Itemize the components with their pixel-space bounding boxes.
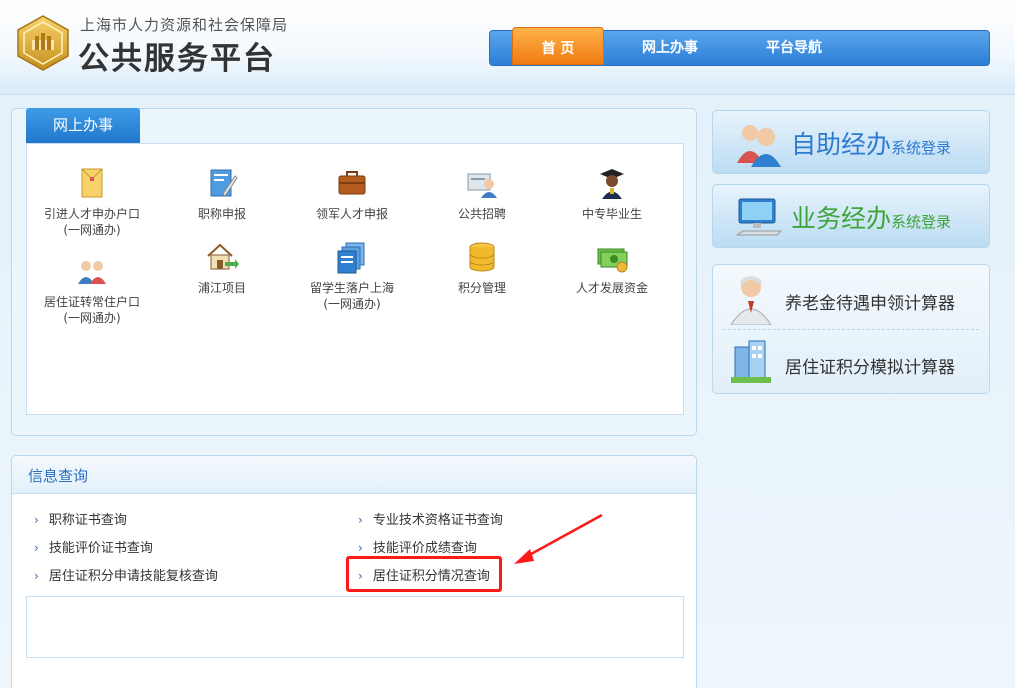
pension-calculator-link[interactable]: 养老金待遇申领计算器: [713, 269, 989, 329]
service-public-recruitment[interactable]: 公共招聘: [417, 166, 547, 222]
service-pujiang-project[interactable]: 浦江项目: [157, 240, 287, 296]
service-vocational-graduates[interactable]: 中专毕业生: [547, 166, 677, 222]
link-skill-score-query[interactable]: › 技能评价成绩查询: [358, 537, 477, 556]
separator: [723, 329, 979, 330]
chevron-right-icon: ›: [34, 541, 39, 555]
tab-online-services[interactable]: 网上办事: [26, 108, 140, 144]
calculator-label: 居住证积分模拟计算器: [785, 358, 955, 378]
link-title-certificate-query[interactable]: › 职称证书查询: [34, 509, 127, 528]
business-login-banner[interactable]: 业务经办系统登录: [712, 184, 990, 248]
users-icon: [737, 125, 781, 167]
platform-name: 公共服务平台: [78, 41, 276, 77]
graduate-icon: [600, 169, 624, 199]
banner-big-text: 自助经办: [791, 130, 892, 159]
service-sublabel: (一网通办): [63, 223, 121, 237]
money-icon: [597, 248, 628, 273]
service-label: 积分管理: [457, 281, 506, 295]
main-nav: 首 页 网上办事 平台导航: [489, 27, 990, 66]
service-residence-to-hukou[interactable]: 居住证转常住户口 (一网通办): [27, 254, 157, 326]
link-label: 技能评价证书查询: [48, 541, 153, 556]
buildings-icon: [731, 340, 771, 383]
self-service-login-banner[interactable]: 自助经办系统登录: [712, 110, 990, 174]
link-points-skill-review-query[interactable]: › 居住证积分申请技能复核查询: [34, 565, 218, 584]
emblem-logo-icon: [17, 15, 69, 71]
documents-stack-icon: [337, 242, 365, 274]
info-query-header: 信息查询: [12, 456, 696, 494]
banner-big-text: 业务经办: [791, 204, 892, 233]
link-label: 职称证书查询: [48, 513, 127, 528]
service-talent-hukou[interactable]: 引进人才申办户口 (一网通办): [27, 166, 157, 238]
chevron-right-icon: ›: [358, 541, 363, 555]
residence-points-calculator-link[interactable]: 居住证积分模拟计算器: [713, 333, 989, 393]
service-label: 人才发展资金: [575, 281, 648, 295]
database-icon: [469, 242, 495, 272]
online-services-panel: 网上办事 引进人才申办户口 (一网通办) 职称申报 领军人才申报 公共招聘 中专…: [11, 108, 697, 436]
link-skill-certificate-query[interactable]: › 技能评价证书查询: [34, 537, 153, 556]
service-label: 领军人才申报: [315, 207, 388, 221]
elderly-man-icon: [730, 276, 772, 325]
service-sublabel: (一网通办): [323, 297, 381, 311]
service-label: 居住证转常住户口: [43, 295, 140, 309]
service-label: 浦江项目: [197, 281, 246, 295]
family-icon: [78, 261, 106, 284]
link-label: 专业技术资格证书查询: [372, 513, 503, 528]
banner-small-text: 系统登录: [891, 139, 952, 157]
service-sublabel: (一网通办): [63, 311, 121, 325]
service-title-application[interactable]: 职称申报: [157, 166, 287, 222]
site-header: 上海市人力资源和社会保障局 公共服务平台 首 页 网上办事 平台导航: [0, 0, 1015, 95]
services-grid: 引进人才申办户口 (一网通办) 职称申报 领军人才申报 公共招聘 中专毕业生 居…: [26, 143, 684, 415]
red-arrow-icon: [514, 513, 603, 564]
document-envelope-icon: [81, 168, 103, 198]
business-title: 业务经办系统登录: [791, 199, 951, 235]
self-service-title: 自助经办系统登录: [791, 125, 951, 161]
nav-online-services[interactable]: 网上办事: [620, 31, 720, 65]
house-arrow-icon: [207, 243, 239, 270]
service-label: 留学生落户上海: [309, 281, 394, 295]
service-label: 职称申报: [197, 207, 246, 221]
briefcase-icon: [338, 171, 366, 195]
service-overseas-students-hukou[interactable]: 留学生落户上海 (一网通办): [287, 240, 417, 312]
info-query-title: 信息查询: [28, 467, 89, 485]
chevron-right-icon: ›: [34, 569, 39, 583]
service-leading-talent[interactable]: 领军人才申报: [287, 166, 417, 222]
service-talent-fund[interactable]: 人才发展资金: [547, 240, 677, 296]
service-points-management[interactable]: 积分管理: [417, 240, 547, 296]
nav-home[interactable]: 首 页: [512, 27, 604, 65]
link-professional-qualification-query[interactable]: › 专业技术资格证书查询: [358, 509, 503, 528]
calculator-label: 养老金待遇申领计算器: [785, 294, 955, 314]
banner-small-text: 系统登录: [891, 213, 952, 231]
service-label: 公共招聘: [457, 207, 506, 221]
org-name: 上海市人力资源和社会保障局: [80, 16, 289, 34]
recruitment-icon: [467, 173, 497, 198]
calculators-panel: 养老金待遇申领计算器 居住证积分模拟计算器: [712, 264, 990, 394]
info-content-box: [26, 596, 684, 658]
certificate-pen-icon: [210, 169, 238, 197]
highlight-box: [346, 556, 502, 592]
service-label: 中专毕业生: [581, 207, 642, 221]
nav-platform-guide[interactable]: 平台导航: [744, 31, 844, 65]
link-label: 居住证积分申请技能复核查询: [48, 569, 218, 584]
chevron-right-icon: ›: [358, 513, 363, 527]
computer-icon: [735, 198, 783, 236]
service-label: 引进人才申办户口: [43, 207, 140, 221]
link-label: 技能评价成绩查询: [372, 541, 477, 556]
chevron-right-icon: ›: [34, 513, 39, 527]
